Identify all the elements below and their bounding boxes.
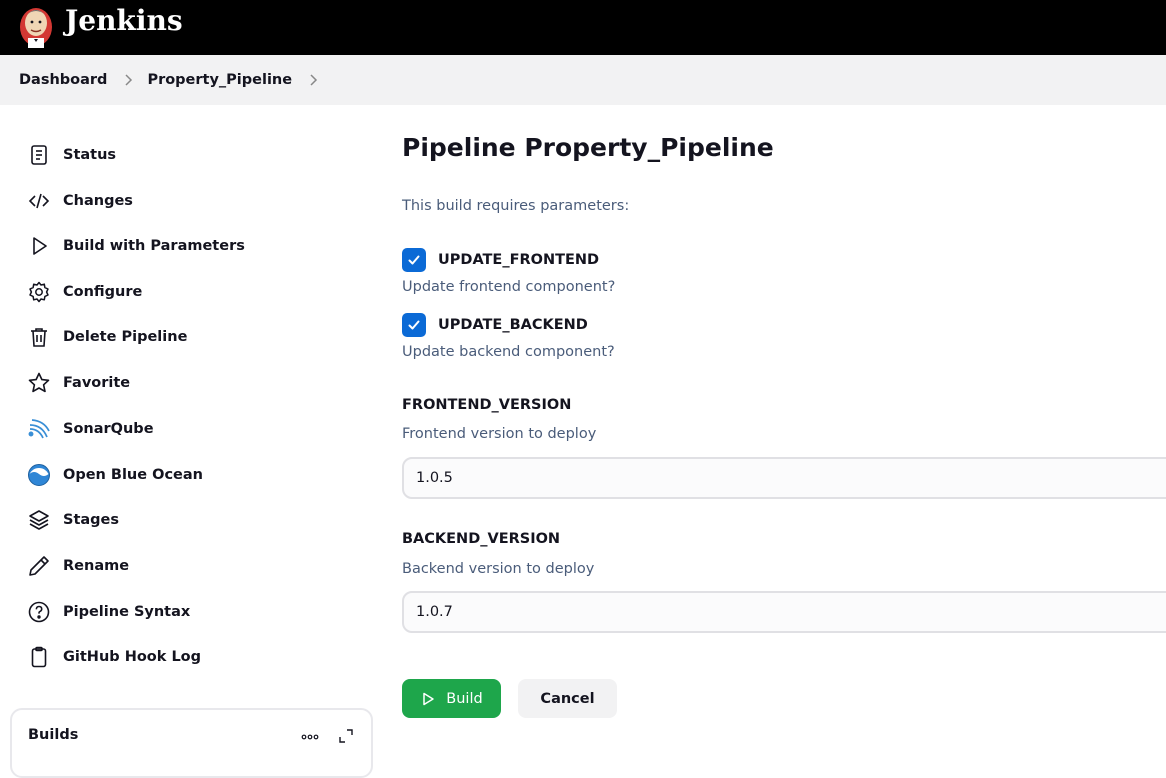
update-frontend-label[interactable]: UPDATE_FRONTEND [438,252,599,268]
page-title: Pipeline Property_Pipeline [402,133,774,162]
update-backend-checkbox[interactable] [402,313,426,337]
sidebar-item-favorite[interactable]: Favorite [26,368,130,398]
sidebar-item-pipeline-syntax[interactable]: Pipeline Syntax [26,597,190,627]
clipboard-icon [26,644,52,670]
cancel-button[interactable]: Cancel [518,679,617,718]
build-button[interactable]: Build [402,679,501,718]
play-icon [26,233,52,259]
update-frontend-checkbox[interactable] [402,248,426,272]
sidebar-item-delete-pipeline[interactable]: Delete Pipeline [26,322,187,352]
backend-version-description: Backend version to deploy [402,561,595,577]
requires-parameters-text: This build requires parameters: [402,198,630,214]
sonarqube-icon [26,416,52,442]
more-options-icon[interactable] [300,729,320,743]
help-icon [26,599,52,625]
play-icon [423,692,435,705]
sidebar-item-label: Rename [63,558,130,574]
sidebar-item-sonarqube[interactable]: SonarQube [26,414,154,444]
update-frontend-description: Update frontend component? [402,279,616,295]
brand-title[interactable]: Jenkins [65,4,183,37]
param-update-frontend: UPDATE_FRONTEND [402,248,599,272]
code-icon [26,188,52,214]
sidebar-item-label: SonarQube [63,421,154,437]
sidebar-item-status[interactable]: Status [26,140,116,170]
sidebar-item-label: Changes [63,193,133,209]
cancel-button-label: Cancel [540,690,595,707]
backend-version-input[interactable] [402,591,1166,633]
gear-icon [26,279,52,305]
sidebar-item-label: Build with Parameters [63,238,245,254]
chevron-right-icon[interactable] [308,73,318,87]
update-backend-description: Update backend component? [402,344,615,360]
frontend-version-input[interactable] [402,457,1166,499]
builds-title: Builds [28,727,79,743]
breadcrumb-dashboard[interactable]: Dashboard [19,72,107,88]
sidebar-item-label: Pipeline Syntax [63,604,191,620]
sidebar-item-label: Delete Pipeline [63,329,188,345]
frontend-version-label: FRONTEND_VERSION [402,397,572,413]
frontend-version-description: Frontend version to deploy [402,426,597,442]
layers-icon [26,507,52,533]
sidebar-item-changes[interactable]: Changes [26,186,133,216]
builds-card: Builds [10,708,373,778]
param-update-backend: UPDATE_BACKEND [402,313,588,337]
jenkins-logo-icon[interactable] [18,2,54,48]
expand-icon[interactable] [338,728,354,744]
sidebar-item-label: Stages [63,512,120,528]
sidebar-item-label: Configure [63,284,143,300]
pencil-icon [26,553,52,579]
update-backend-label[interactable]: UPDATE_BACKEND [438,317,588,333]
sidebar-item-build-with-parameters[interactable]: Build with Parameters [26,231,245,261]
sidebar-item-rename[interactable]: Rename [26,551,129,581]
document-icon [26,142,52,168]
chevron-right-icon [123,73,133,87]
sidebar-item-label: Status [63,147,117,163]
trash-icon [26,324,52,350]
sidebar-item-open-blue-ocean[interactable]: Open Blue Ocean [26,460,203,490]
sidebar-item-label: Favorite [63,375,131,391]
sidebar-item-stages[interactable]: Stages [26,505,119,535]
top-header: Jenkins [0,0,1166,55]
breadcrumb: Dashboard Property_Pipeline [0,55,1166,105]
sidebar-item-label: GitHub Hook Log [63,649,202,665]
sidebar-item-configure[interactable]: Configure [26,277,142,307]
star-icon [26,370,52,396]
breadcrumb-property-pipeline[interactable]: Property_Pipeline [147,72,292,88]
blue-ocean-icon [26,462,52,488]
sidebar-item-label: Open Blue Ocean [63,467,204,483]
backend-version-label: BACKEND_VERSION [402,531,561,547]
build-button-label: Build [446,690,483,707]
sidebar-item-github-hook-log[interactable]: GitHub Hook Log [26,642,201,672]
